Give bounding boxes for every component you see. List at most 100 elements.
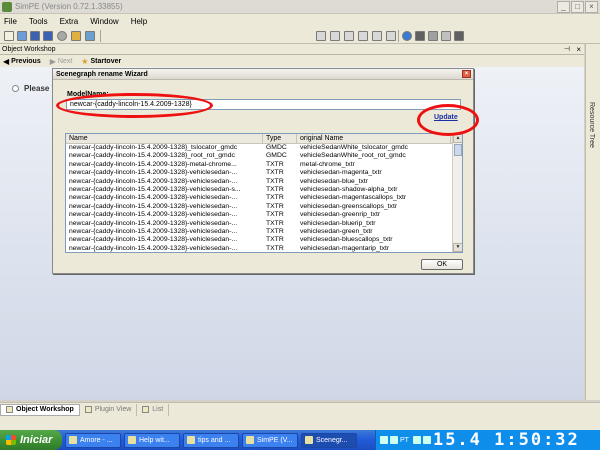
- tool-icon-5[interactable]: [372, 31, 382, 41]
- menu-tools[interactable]: Tools: [29, 17, 48, 26]
- row-original-name: vehiclesedan-greenscallops_txtr: [300, 202, 398, 210]
- new-file-icon[interactable]: [4, 31, 14, 41]
- please-prompt: Please V: [12, 84, 57, 93]
- previous-label: Previous: [11, 57, 41, 65]
- table-row[interactable]: newcar-{caddy-lincoln-15.4.2009-1328}-ve…: [66, 186, 462, 194]
- row-name: newcar-{caddy-lincoln-15.4.2009-1328}-ve…: [69, 177, 238, 185]
- right-arrow-icon: ▶: [49, 56, 56, 66]
- table-row[interactable]: newcar-{caddy-lincoln-15.4.2009-1328}-ve…: [66, 228, 462, 236]
- dialog-close-icon[interactable]: ×: [462, 70, 471, 78]
- panel-close-icon[interactable]: ×: [576, 44, 581, 55]
- table-row[interactable]: newcar-{caddy-lincoln-15.4.2009-1328}-ve…: [66, 220, 462, 228]
- menu-file[interactable]: File: [4, 17, 17, 26]
- previous-button[interactable]: ◀ Previous: [3, 57, 41, 66]
- tool-icon-2[interactable]: [330, 31, 340, 41]
- close-button[interactable]: ×: [585, 1, 598, 13]
- taskbar-button-help[interactable]: Help wit...: [124, 432, 180, 448]
- tab-plugin-view[interactable]: Plugin View: [80, 403, 138, 416]
- tray-icon-2[interactable]: [390, 436, 398, 444]
- rename-list[interactable]: Name Type original Name newcar-{caddy-li…: [65, 133, 463, 253]
- row-type: TXTR: [266, 227, 284, 235]
- next-button[interactable]: ▶ Next: [50, 57, 73, 66]
- row-original-name: vehiclesedan-blue_txtr: [300, 177, 369, 185]
- taskbar-button-label: Scenegr...: [316, 436, 348, 444]
- row-name: newcar-{caddy-lincoln-15.4.2009-1328}-ve…: [69, 169, 238, 177]
- menu-window[interactable]: Window: [90, 17, 118, 26]
- save-as-icon[interactable]: [43, 31, 53, 41]
- wand-icon[interactable]: [428, 31, 438, 41]
- tab-list[interactable]: List: [137, 403, 170, 416]
- table-row[interactable]: newcar-{caddy-lincoln-15.4.2009-1328}-ve…: [66, 244, 462, 252]
- table-row[interactable]: newcar-{caddy-lincoln-15.4.2009-1328}-me…: [66, 161, 462, 169]
- globe-icon[interactable]: [85, 31, 95, 41]
- row-name: newcar-{caddy-lincoln-15.4.2009-1328}-ve…: [69, 219, 238, 227]
- row-name: newcar-{caddy-lincoln-15.4.2009-1328}-ve…: [69, 244, 238, 252]
- row-name: newcar-{caddy-lincoln-15.4.2009-1328}-ve…: [69, 194, 238, 202]
- taskbar-button-simpe[interactable]: SimPE (V...: [242, 432, 298, 448]
- model-name-input[interactable]: newcar-{caddy-lincoln-15.4.2009-1328}: [66, 99, 461, 110]
- taskbar-button-tips[interactable]: tips and ...: [183, 432, 239, 448]
- update-link[interactable]: Update: [434, 114, 458, 121]
- system-tray: PT 15.4 1:50:32: [375, 430, 600, 450]
- scroll-thumb[interactable]: [454, 144, 462, 156]
- tool-icon-6[interactable]: [386, 31, 396, 41]
- maximize-button[interactable]: □: [571, 1, 584, 13]
- table-row[interactable]: newcar-{caddy-lincoln-15.4.2009-1328}-ve…: [66, 178, 462, 186]
- row-type: TXTR: [266, 160, 284, 168]
- ok-button[interactable]: OK: [421, 259, 463, 270]
- windows-logo-icon: [6, 435, 16, 445]
- next-label: Next: [57, 57, 73, 65]
- table-row[interactable]: newcar-{caddy-lincoln-15.4.2009-1328}-ve…: [66, 211, 462, 219]
- table-row[interactable]: newcar-{caddy-lincoln-15.4.2009-1328}-ve…: [66, 236, 462, 244]
- table-row[interactable]: newcar-{caddy-lincoln-15.4.2009-1328}-ve…: [66, 203, 462, 211]
- startover-button[interactable]: ★ Startover: [81, 57, 121, 66]
- row-name: newcar-{caddy-lincoln-15.4.2009-1328}-ve…: [69, 185, 241, 193]
- table-row[interactable]: newcar-{caddy-lincoln-15.4.2009-1328}_ro…: [66, 152, 462, 160]
- table-row[interactable]: newcar-{caddy-lincoln-15.4.2009-1328}_ts…: [66, 144, 462, 152]
- row-name: newcar-{caddy-lincoln-15.4.2009-1328}-ve…: [69, 202, 238, 210]
- refresh-icon[interactable]: [402, 31, 412, 41]
- close-file-icon[interactable]: [57, 31, 67, 41]
- tool-icon-3[interactable]: [344, 31, 354, 41]
- column-header-type[interactable]: Type: [263, 134, 297, 143]
- users-icon[interactable]: [71, 31, 81, 41]
- model-name-label: ModelName:: [67, 91, 109, 98]
- star-icon: ★: [81, 56, 89, 66]
- tray-icon-4[interactable]: [422, 436, 431, 444]
- column-header-name[interactable]: Name: [66, 134, 263, 143]
- row-name: newcar-{caddy-lincoln-15.4.2009-1328}_ro…: [69, 152, 235, 160]
- menu-extra[interactable]: Extra: [60, 17, 79, 26]
- object-workshop-title: Object Workshop: [2, 46, 56, 53]
- taskbar-button-scenegraph[interactable]: Scenegr...: [301, 432, 357, 448]
- language-indicator[interactable]: PT: [400, 437, 409, 444]
- list-scrollbar[interactable]: ▲ ▼: [452, 134, 462, 252]
- table-row[interactable]: newcar-{caddy-lincoln-15.4.2009-1328}-ve…: [66, 169, 462, 177]
- column-header-original-name[interactable]: original Name: [297, 134, 451, 143]
- taskbar-button-amore[interactable]: Amore - ...: [65, 432, 121, 448]
- object-workshop-header: Object Workshop ⊣ ×: [0, 44, 584, 55]
- scroll-down-icon[interactable]: ▼: [453, 243, 462, 252]
- scroll-up-icon[interactable]: ▲: [453, 134, 462, 143]
- tab-object-workshop[interactable]: Object Workshop: [0, 403, 80, 416]
- menu-help[interactable]: Help: [131, 17, 147, 26]
- scenegraph-rename-dialog: Scenegraph rename Wizard × ModelName: ne…: [52, 68, 474, 274]
- pin-icon[interactable]: ⊣: [564, 44, 570, 55]
- open-folder-icon[interactable]: [17, 31, 27, 41]
- row-original-name: metal-chrome_txtr: [300, 160, 355, 168]
- toolbar: [0, 28, 600, 44]
- start-button[interactable]: Iniciar: [0, 430, 62, 450]
- resource-tree-tab[interactable]: Resource Tree: [585, 44, 600, 400]
- hammer-icon[interactable]: [415, 31, 425, 41]
- brush-icon[interactable]: [454, 31, 464, 41]
- wizard-nav: ◀ Previous ▶ Next ★ Startover: [0, 55, 584, 67]
- row-type: TXTR: [266, 169, 284, 177]
- tool-icon-4[interactable]: [358, 31, 368, 41]
- minimize-button[interactable]: _: [557, 1, 570, 13]
- tray-icon-3[interactable]: [412, 436, 421, 444]
- tool-icon-1[interactable]: [316, 31, 326, 41]
- cancel-tool-icon[interactable]: [441, 31, 451, 41]
- table-row[interactable]: newcar-{caddy-lincoln-15.4.2009-1328}-ve…: [66, 194, 462, 202]
- tray-icon-1[interactable]: [380, 436, 388, 444]
- simpe-app-icon: [2, 1, 12, 12]
- save-icon[interactable]: [30, 31, 40, 41]
